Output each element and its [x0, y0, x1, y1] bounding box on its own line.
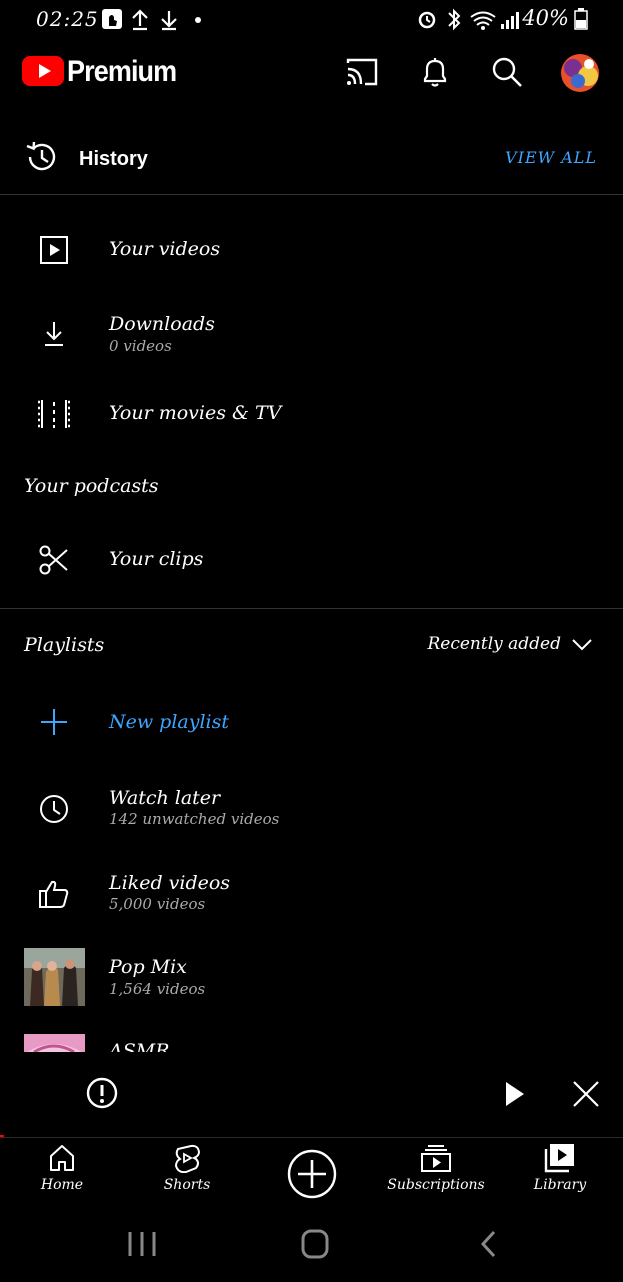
playlist-subtitle: 1,564 videos: [109, 980, 206, 998]
nav-label: Subscriptions: [387, 1177, 485, 1193]
downloads-label: Downloads: [109, 313, 215, 335]
nav-label: Home: [40, 1177, 84, 1193]
playlist-item[interactable]: Pop Mix 1,564 videos: [0, 946, 623, 1010]
thumbs-up-icon: [36, 876, 72, 912]
divider: [0, 194, 623, 195]
divider: [0, 608, 623, 609]
clock-icon: [36, 791, 72, 827]
sort-dropdown[interactable]: Recently added: [403, 634, 593, 660]
battery-percent: 40%: [522, 6, 569, 30]
film-icon: [36, 396, 72, 432]
library-icon: [544, 1144, 574, 1173]
shorts-icon: [174, 1144, 201, 1173]
nav-home[interactable]: Home: [7, 1143, 117, 1205]
youtube-play-icon: [22, 56, 64, 86]
playlist-subtitle: 5,000 videos: [109, 895, 206, 913]
notification-icons: [100, 8, 210, 36]
download-icon: [36, 316, 72, 352]
system-status-icons: [416, 8, 522, 36]
nav-subscriptions[interactable]: Subscriptions: [381, 1143, 491, 1205]
view-all-history-button[interactable]: VIEW ALL: [505, 148, 597, 167]
status-bar: 02:25 40%: [0, 0, 623, 38]
playlist-item[interactable]: Watch later 142 unwatched videos: [0, 776, 623, 840]
history-icon: [24, 139, 60, 175]
your-videos-row[interactable]: Your videos: [0, 220, 623, 280]
close-icon[interactable]: [570, 1078, 602, 1110]
back-icon[interactable]: [470, 1226, 510, 1262]
home-icon: [50, 1145, 74, 1171]
playlist-subtitle: 142 unwatched videos: [109, 810, 280, 828]
movies-tv-label: Your movies & TV: [109, 402, 282, 424]
nav-label: Shorts: [163, 1177, 211, 1193]
youtube-logo[interactable]: [22, 54, 66, 90]
playlist-item[interactable]: Liked videos 5,000 videos: [0, 860, 623, 924]
play-box-icon: [36, 232, 72, 268]
playlist-thumbnail: [24, 948, 85, 1006]
playlist-title: Watch later: [109, 787, 221, 809]
downloads-row[interactable]: Downloads 0 videos: [0, 300, 623, 364]
playlist-thumbnail: [24, 1034, 85, 1052]
new-playlist-button[interactable]: New playlist: [0, 692, 623, 752]
history-title: History: [79, 148, 148, 170]
downloads-count: 0 videos: [109, 337, 172, 355]
create-plus-icon: [287, 1149, 337, 1199]
nav-library[interactable]: Library: [505, 1143, 615, 1205]
your-podcasts-link[interactable]: Your podcasts: [24, 475, 159, 497]
divider: [0, 1137, 623, 1138]
battery-icon: [574, 8, 588, 34]
playlists-title: Playlists: [24, 634, 105, 656]
playlist-item[interactable]: ASMR: [0, 1032, 623, 1052]
playlist-title: ASMR: [109, 1040, 170, 1052]
search-icon[interactable]: [490, 55, 524, 89]
your-clips-row[interactable]: Your clips: [0, 530, 623, 590]
plus-icon: [36, 704, 72, 740]
home-button-icon[interactable]: [295, 1226, 335, 1262]
account-avatar[interactable]: [561, 54, 599, 92]
nav-shorts[interactable]: Shorts: [132, 1143, 242, 1205]
create-button[interactable]: [286, 1148, 338, 1200]
notifications-bell-icon[interactable]: [418, 55, 452, 89]
info-alert-icon[interactable]: [84, 1075, 120, 1111]
sort-label: Recently added: [427, 634, 561, 654]
playlist-title: Pop Mix: [109, 956, 187, 978]
playlist-title: Liked videos: [109, 872, 231, 894]
movies-tv-row[interactable]: Your movies & TV: [0, 384, 623, 444]
your-clips-label: Your clips: [109, 548, 204, 570]
scissors-icon: [36, 542, 72, 578]
subscriptions-icon: [421, 1145, 451, 1172]
new-playlist-label: New playlist: [109, 711, 230, 733]
brand-label: Premium: [67, 55, 177, 88]
play-icon[interactable]: [500, 1078, 530, 1110]
nav-label: Library: [533, 1177, 587, 1193]
chevron-down-icon: [571, 636, 593, 656]
recent-apps-icon[interactable]: [122, 1226, 162, 1262]
cast-icon[interactable]: [345, 55, 379, 89]
status-time: 02:25: [36, 7, 99, 31]
your-videos-label: Your videos: [109, 238, 221, 260]
